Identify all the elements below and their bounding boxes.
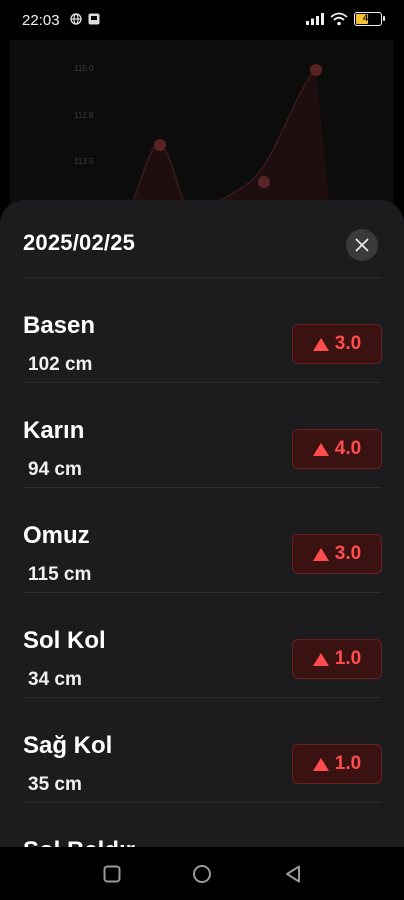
up-arrow-icon bbox=[312, 337, 329, 351]
change-badge: 1.0 bbox=[292, 639, 382, 679]
measurement-name: Sol Baldır bbox=[23, 837, 135, 847]
battery-level: 47 bbox=[362, 13, 373, 23]
y-tick-label: 113.5 bbox=[74, 157, 94, 166]
close-button[interactable] bbox=[346, 229, 378, 261]
change-badge: 4.0 bbox=[292, 429, 382, 469]
measurement-value: 35 cm bbox=[28, 774, 82, 795]
battery-cap bbox=[383, 16, 385, 21]
y-tick-label: 112.8 bbox=[74, 111, 94, 120]
list-item-karin[interactable]: Karın 94 cm 4.0 bbox=[0, 383, 404, 488]
status-time: 22:03 bbox=[22, 12, 60, 29]
change-value: 1.0 bbox=[334, 753, 362, 774]
measurement-name: Basen bbox=[23, 312, 96, 339]
up-arrow-icon bbox=[312, 757, 329, 771]
system-nav-bar bbox=[0, 847, 404, 900]
list-item-sag-kol[interactable]: Sağ Kol 35 cm 1.0 bbox=[0, 698, 404, 803]
up-arrow-icon bbox=[312, 442, 329, 456]
measurement-name: Omuz bbox=[23, 522, 90, 549]
status-notification-icons bbox=[70, 13, 100, 25]
wifi-icon bbox=[330, 12, 348, 26]
home-button[interactable] bbox=[192, 864, 212, 884]
measurement-value: 34 cm bbox=[28, 669, 82, 690]
list-item-sol-kol[interactable]: Sol Kol 34 cm 1.0 bbox=[0, 593, 404, 698]
background-chart: 115.0 112.8 113.5 bbox=[10, 40, 394, 210]
chart-point bbox=[258, 176, 270, 188]
signal-icon bbox=[306, 13, 324, 25]
measurement-value: 115 cm bbox=[28, 564, 92, 585]
change-value: 1.0 bbox=[334, 648, 362, 669]
status-bar: 22:03 47 bbox=[0, 0, 404, 40]
up-arrow-icon bbox=[312, 547, 329, 561]
sheet-title-date: 2025/02/25 bbox=[23, 230, 136, 255]
y-tick-label: 115.0 bbox=[74, 64, 94, 73]
change-value: 3.0 bbox=[334, 543, 362, 564]
battery-icon: 47 bbox=[354, 12, 385, 26]
change-value: 3.0 bbox=[334, 333, 362, 354]
change-value: 4.0 bbox=[334, 438, 362, 459]
measurement-value: 94 cm bbox=[28, 459, 82, 480]
close-icon bbox=[355, 238, 369, 252]
list-item-basen[interactable]: Basen 102 cm 3.0 bbox=[0, 278, 404, 383]
background-chart-svg: 115.0 112.8 113.5 bbox=[74, 64, 330, 210]
change-badge: 3.0 bbox=[292, 534, 382, 574]
back-button[interactable] bbox=[283, 864, 303, 884]
measurement-list: Basen 102 cm 3.0 Karın 94 cm 4.0 Omuz 11… bbox=[0, 278, 404, 847]
measurement-value: 102 cm bbox=[28, 354, 93, 375]
list-item-sol-baldir[interactable]: Sol Baldır bbox=[0, 803, 404, 847]
change-badge: 1.0 bbox=[292, 744, 382, 784]
recents-button[interactable] bbox=[102, 864, 122, 884]
status-system-icons: 47 bbox=[306, 12, 385, 26]
sheet-header: 2025/02/25 bbox=[0, 200, 404, 277]
measurements-sheet: 2025/02/25 Basen 102 cm 3.0 Karın 94 cm … bbox=[0, 200, 404, 847]
app-notification-icon bbox=[88, 13, 100, 25]
list-item-omuz[interactable]: Omuz 115 cm 3.0 bbox=[0, 488, 404, 593]
change-badge: 3.0 bbox=[292, 324, 382, 364]
chart-point bbox=[310, 64, 322, 76]
measurement-name: Karın bbox=[23, 417, 85, 444]
up-arrow-icon bbox=[312, 652, 329, 666]
chart-point bbox=[154, 139, 166, 151]
vpn-globe-icon bbox=[70, 13, 82, 25]
measurement-name: Sol Kol bbox=[23, 627, 106, 654]
measurement-name: Sağ Kol bbox=[23, 732, 113, 759]
